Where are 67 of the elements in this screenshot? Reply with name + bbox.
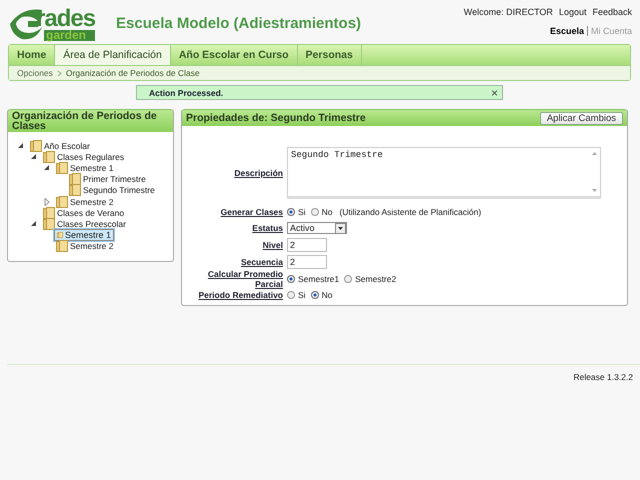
field-label: Descripción: [233, 168, 283, 178]
collapsed-icon[interactable]: [44, 198, 50, 206]
panel-title: Organización de Periodos de Clases: [12, 111, 158, 131]
tree-item[interactable]: Clases de Verano: [41, 206, 126, 219]
radio-label[interactable]: Si: [298, 206, 306, 216]
tree-item[interactable]: Clases Regulares: [41, 150, 126, 163]
radio-button[interactable]: [287, 274, 295, 282]
folder-icon: [43, 150, 55, 163]
folder-icon: [69, 184, 81, 196]
folder-icon: [43, 206, 55, 219]
message-text: Action Processed.: [149, 88, 224, 98]
field-label: Periodo Remediativo: [197, 290, 283, 300]
tree-item[interactable]: Año Escolar: [28, 140, 92, 152]
status-select[interactable]: Activo: [287, 222, 347, 234]
tree-item[interactable]: Semestre 1: [54, 162, 116, 174]
expanded-icon[interactable]: [31, 220, 37, 227]
tree-item[interactable]: Semestre 2: [54, 240, 116, 252]
release-text: Release 1.3.2.2: [573, 372, 633, 382]
note-text: (Utilizando Asistente de Planificación): [339, 206, 482, 216]
folder-icon: [56, 196, 68, 208]
tree-item[interactable]: Primer Trimestre: [67, 173, 148, 186]
radio-label[interactable]: No: [322, 290, 332, 300]
tree-item[interactable]: Semestre 1: [54, 229, 114, 242]
chevron-icon: [56, 70, 62, 76]
field-label: Nivel: [262, 240, 283, 250]
field-label: Calcular Promedio Parcial: [206, 268, 283, 288]
expanded-icon[interactable]: [18, 142, 24, 149]
field-value: Segundo Trimestre: [291, 150, 383, 160]
input-field[interactable]: 2: [287, 238, 327, 252]
dropdown-icon: [335, 222, 346, 234]
field-label: Generar Clases: [220, 206, 283, 216]
panel-title: Propiedades de: Segundo Trimestre: [186, 113, 366, 123]
expanded-icon[interactable]: [31, 154, 37, 160]
folder-icon: [69, 173, 81, 186]
radio-button[interactable]: [310, 290, 319, 298]
context-link[interactable]: Escuela: [550, 26, 584, 36]
expanded-icon[interactable]: [44, 164, 50, 171]
tree-item[interactable]: Semestre 2: [54, 196, 116, 208]
tree-item[interactable]: Segundo Trimestre: [67, 184, 157, 196]
radio-label[interactable]: Semestre2: [355, 274, 396, 284]
radio-label[interactable]: Semestre1: [298, 274, 340, 284]
folder-icon: [56, 162, 68, 174]
nav-tab[interactable]: Personas: [298, 45, 362, 65]
folder-icon: [43, 218, 55, 230]
radio-button[interactable]: [310, 208, 319, 216]
school-title: Escuela Modelo (Adiestramientos): [116, 15, 362, 34]
apply-button[interactable]: Aplicar Cambios: [540, 112, 623, 124]
header-link[interactable]: Feedback: [592, 7, 632, 17]
radio-label[interactable]: No: [322, 206, 332, 216]
input-field[interactable]: 2: [287, 255, 327, 269]
field-label: Estatus: [251, 223, 283, 233]
radio-label[interactable]: Si: [298, 290, 306, 300]
nav-tab[interactable]: Área de Planificación: [55, 45, 171, 65]
header-link[interactable]: Logout: [558, 7, 586, 17]
radio-button[interactable]: [344, 274, 352, 282]
close-icon[interactable]: ×: [490, 86, 498, 100]
nav-tab[interactable]: Año Escolar en Curso: [170, 45, 298, 65]
tree-item[interactable]: Clases Preescolar: [41, 218, 128, 230]
radio-button[interactable]: [287, 208, 295, 216]
description-field[interactable]: Segundo Trimestre: [287, 147, 601, 199]
field-label: Secuencia: [240, 257, 283, 267]
logo-subword: garden: [44, 30, 96, 40]
folder-icon: [30, 140, 42, 152]
radio-button[interactable]: [287, 290, 295, 298]
welcome-text: Welcome: DIRECTOR: [464, 7, 553, 17]
breadcrumb-link[interactable]: Organización de Periodos de Clase: [66, 68, 200, 78]
breadcrumb-link[interactable]: Opciones: [17, 68, 53, 78]
